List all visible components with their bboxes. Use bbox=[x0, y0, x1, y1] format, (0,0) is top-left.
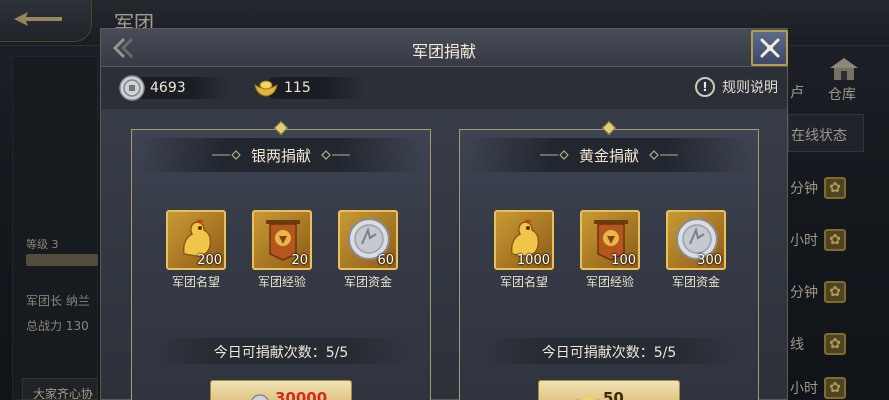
reward-item[interactable]: 60 军团资金 bbox=[338, 210, 398, 290]
silver-balance: 4693 bbox=[119, 75, 231, 101]
dialog-title: 军团捐献 bbox=[411, 42, 476, 61]
gold-amount: 115 bbox=[284, 80, 311, 96]
reward-label: 军团经验 bbox=[585, 275, 634, 289]
gold-donation-panel: 黄金捐献 1000 军团名望 100 军团经验 300 军团资金 今日可捐献次数… bbox=[459, 120, 759, 400]
reward-label: 军团名望 bbox=[499, 275, 548, 289]
donation-times: 今日可捐献次数：5/5 bbox=[480, 338, 738, 364]
gold-ingot-icon bbox=[254, 80, 278, 97]
reward-label: 军团经验 bbox=[257, 275, 306, 289]
gold-donate-button[interactable]: 50 bbox=[538, 380, 680, 400]
panel-header: 银两捐献 bbox=[140, 138, 422, 172]
reward-count: 1000 bbox=[516, 253, 550, 268]
dialog-header: 军团捐献 bbox=[101, 29, 788, 67]
reward-count: 300 bbox=[697, 253, 722, 268]
ornament-right-icon bbox=[649, 150, 678, 160]
close-icon bbox=[760, 38, 779, 58]
rules-button[interactable]: ! 规则说明 bbox=[695, 77, 778, 97]
silver-donation-panel: 银两捐献 200 军团名望 20 军团经验 60 军团资金 今日可捐献次数：5/… bbox=[131, 120, 431, 400]
reward-item[interactable]: 100 军团经验 bbox=[580, 210, 640, 290]
reward-label: 军团名望 bbox=[171, 275, 220, 289]
reward-list: 1000 军团名望 100 军团经验 300 军团资金 bbox=[460, 210, 758, 294]
ornament-right-icon bbox=[321, 150, 350, 160]
reward-item[interactable]: 200 军团名望 bbox=[166, 210, 226, 290]
reward-count: 100 bbox=[611, 253, 636, 268]
rules-label: 规则说明 bbox=[722, 80, 778, 96]
reward-count: 200 bbox=[197, 253, 222, 268]
donation-dialog: 军团捐献 4693 115 ! 规则说明 银两捐献 200 军团名望 20 军团… bbox=[100, 28, 788, 400]
reward-label: 军团资金 bbox=[671, 275, 720, 289]
gem-ornament-icon bbox=[273, 120, 289, 136]
gold-balance: 115 bbox=[253, 75, 365, 101]
reward-item[interactable]: 20 军团经验 bbox=[252, 210, 312, 290]
panel-title: 银两捐献 bbox=[250, 147, 311, 165]
close-button[interactable] bbox=[751, 30, 788, 66]
panel-title: 黄金捐献 bbox=[578, 147, 639, 165]
reward-label: 军团资金 bbox=[343, 275, 392, 289]
donate-cost: 50 bbox=[603, 389, 624, 400]
donate-cost: 30000 bbox=[275, 389, 328, 400]
silver-coin-icon bbox=[119, 75, 145, 101]
reward-list: 200 军团名望 20 军团经验 60 军团资金 bbox=[132, 210, 430, 294]
resource-bar: 4693 115 ! 规则说明 bbox=[101, 67, 787, 109]
reward-count: 60 bbox=[377, 253, 394, 268]
silver-coin-icon bbox=[251, 394, 269, 400]
exclamation-icon: ! bbox=[695, 77, 715, 97]
donation-times: 今日可捐献次数：5/5 bbox=[152, 338, 410, 364]
reward-count: 20 bbox=[291, 253, 308, 268]
gem-ornament-icon bbox=[601, 120, 617, 136]
silver-donate-button[interactable]: 30000 bbox=[210, 380, 352, 400]
reward-item[interactable]: 1000 军团名望 bbox=[494, 210, 554, 290]
gold-ingot-icon bbox=[577, 397, 599, 400]
silver-amount: 4693 bbox=[150, 80, 186, 96]
panel-header: 黄金捐献 bbox=[468, 138, 750, 172]
reward-item[interactable]: 300 军团资金 bbox=[666, 210, 726, 290]
